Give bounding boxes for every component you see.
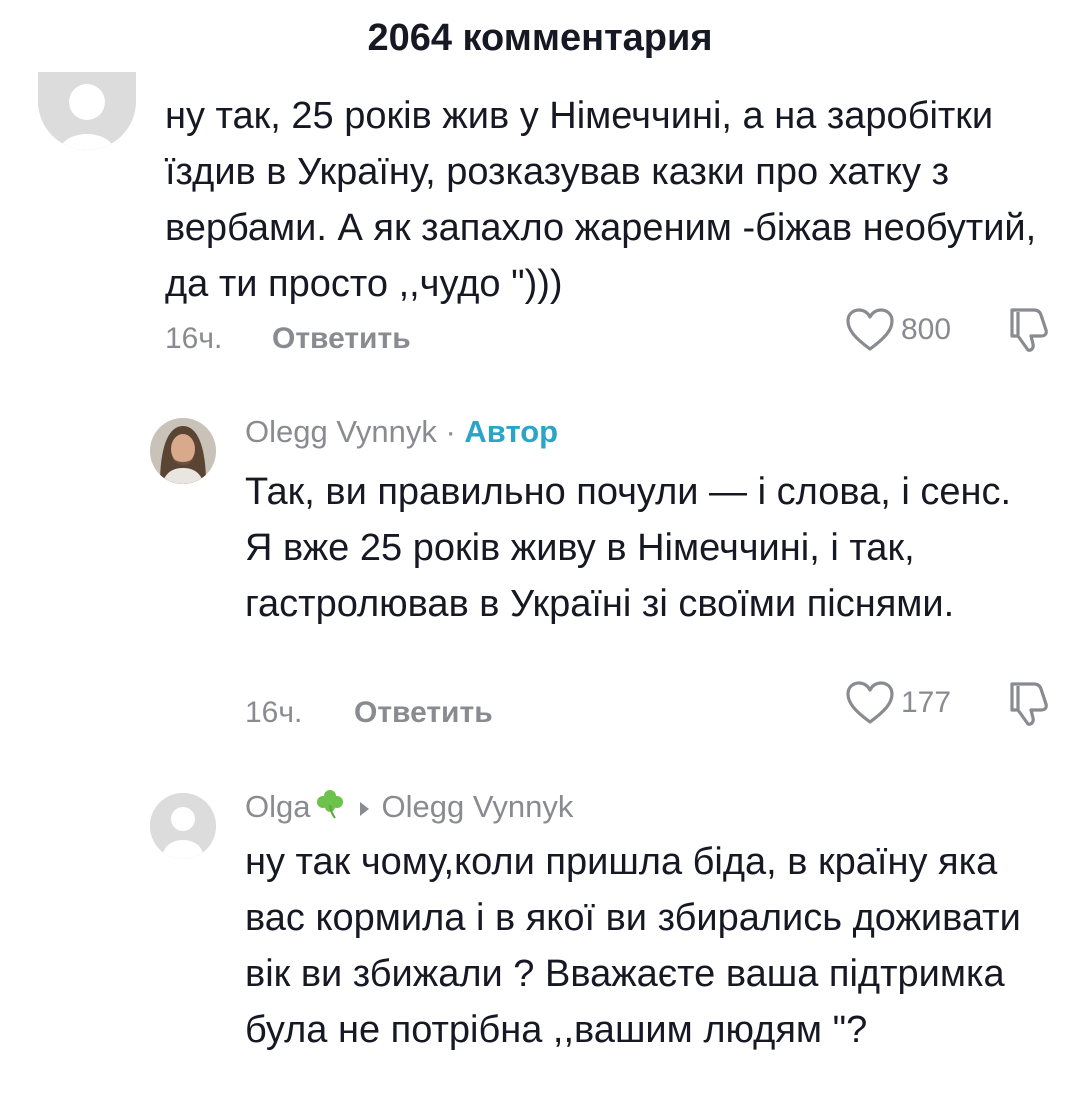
caret-right-icon <box>360 801 370 816</box>
author-name[interactable]: Olga <box>245 789 310 824</box>
reply-button[interactable]: Ответить <box>272 322 411 356</box>
author-badge: Автор <box>464 414 559 449</box>
separator: · <box>436 414 465 449</box>
comment-text: ну так чому,коли пришла біда, в країну я… <box>245 841 1021 1051</box>
author-name[interactable]: Olegg Vynnyk <box>245 414 437 449</box>
reply-button[interactable]: Ответить <box>354 696 493 730</box>
heart-icon <box>846 681 894 724</box>
comment-author-line: Olga Olegg Vynnyk <box>245 787 573 825</box>
comment-time: 16ч. <box>165 322 223 355</box>
dislike-icon[interactable] <box>1004 680 1050 728</box>
like-count: 800 <box>901 313 952 346</box>
avatar[interactable] <box>150 418 216 484</box>
comment-text: Так, ви правильно почули — і слова, і се… <box>245 471 1012 625</box>
comment-time: 16ч. <box>245 696 303 729</box>
dislike-icon[interactable] <box>1004 306 1050 354</box>
comments-count-title: 2064 комментария <box>367 17 713 59</box>
like-button[interactable]: 800 <box>845 307 951 353</box>
like-button[interactable]: 177 <box>845 680 951 726</box>
comment-text: ну так, 25 років жив у Німеччині, а на з… <box>165 95 1037 305</box>
heart-icon <box>846 308 894 351</box>
clover-icon <box>317 790 344 819</box>
like-count: 177 <box>901 686 952 719</box>
reply-to-name[interactable]: Olegg Vynnyk <box>381 789 573 824</box>
default-avatar-icon[interactable] <box>38 72 136 150</box>
comment-author-line: Olegg Vynnyk · Автор <box>245 414 558 450</box>
default-avatar-icon[interactable] <box>150 793 216 859</box>
